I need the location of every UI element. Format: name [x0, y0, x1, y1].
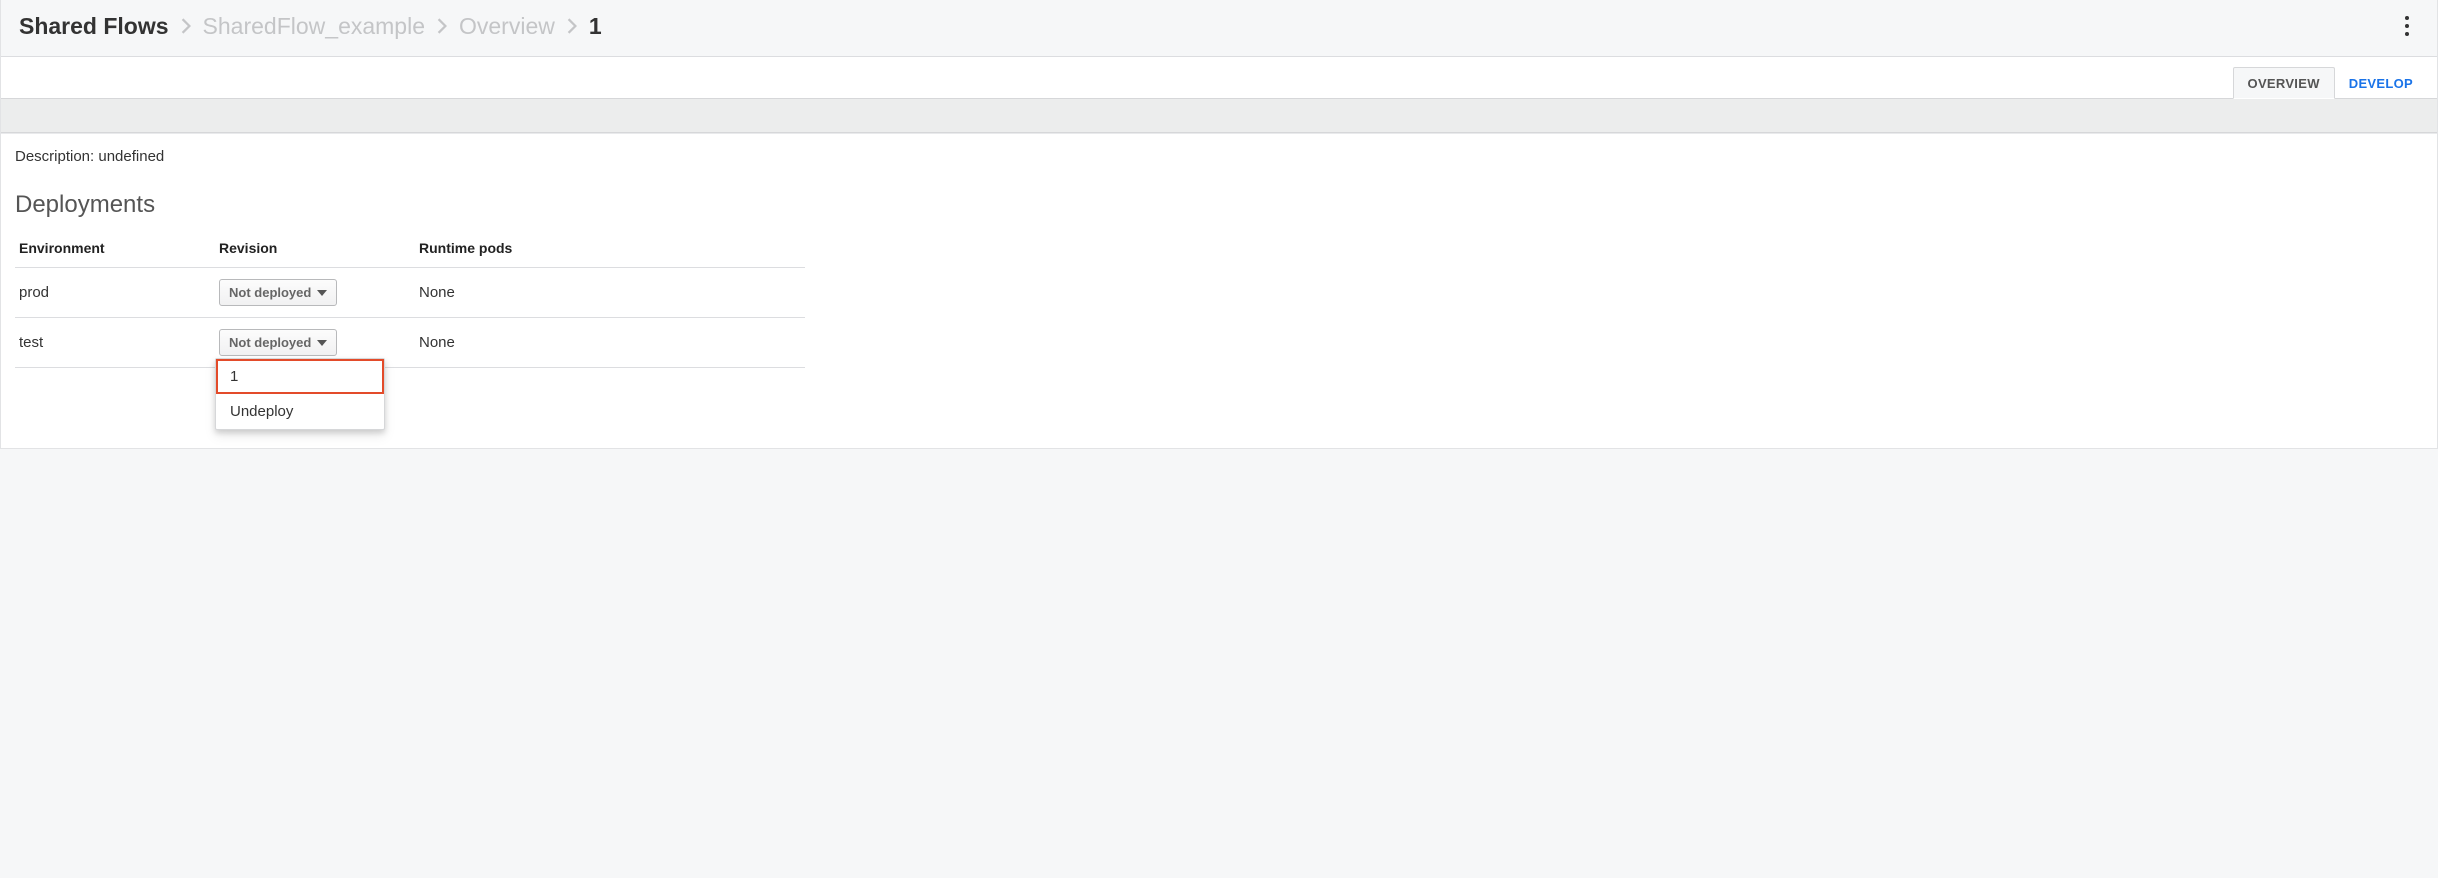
revision-dropdown-button[interactable]: Not deployed [219, 279, 337, 306]
col-header-revision: Revision [215, 229, 415, 268]
cell-environment: prod [15, 268, 215, 318]
revision-dropdown-menu: 1 Undeploy [215, 358, 385, 430]
caret-down-icon [317, 290, 327, 296]
description-value: undefined [98, 148, 164, 165]
tab-overview[interactable]: OVERVIEW [2233, 67, 2335, 99]
cell-runtime-pods: None [415, 318, 805, 368]
table-row: test Not deployed 1 Undeploy None [15, 318, 805, 368]
deployments-table: Environment Revision Runtime pods prod N… [15, 229, 805, 368]
chevron-right-icon [567, 13, 577, 40]
revision-dropdown-label: Not deployed [229, 335, 311, 350]
col-header-environment: Environment [15, 229, 215, 268]
revision-dropdown-button[interactable]: Not deployed [219, 329, 337, 356]
description-label: Description: [15, 148, 94, 165]
sub-toolbar [1, 99, 2437, 133]
deployments-heading: Deployments [15, 191, 2423, 219]
tab-bar: OVERVIEW DEVELOP [1, 57, 2437, 99]
table-row: prod Not deployed None [15, 268, 805, 318]
page-header: Shared Flows SharedFlow_example Overview… [1, 0, 2437, 57]
breadcrumb-item-sharedflow[interactable]: SharedFlow_example [203, 13, 425, 40]
menu-item-undeploy[interactable]: Undeploy [216, 394, 384, 429]
breadcrumb-root[interactable]: Shared Flows [19, 13, 169, 40]
breadcrumb: Shared Flows SharedFlow_example Overview… [19, 13, 602, 40]
cell-environment: test [15, 318, 215, 368]
chevron-right-icon [181, 13, 191, 40]
cell-runtime-pods: None [415, 268, 805, 318]
col-header-runtime-pods: Runtime pods [415, 229, 805, 268]
more-options-button[interactable] [2395, 10, 2419, 42]
breadcrumb-item-overview[interactable]: Overview [459, 13, 555, 40]
content-area: Description: undefined Deployments Envir… [1, 133, 2437, 448]
kebab-icon [2405, 24, 2409, 28]
menu-item-revision-1[interactable]: 1 [216, 359, 384, 394]
description-text: Description: undefined [15, 148, 2423, 165]
tab-develop[interactable]: DEVELOP [2335, 68, 2427, 98]
chevron-right-icon [437, 13, 447, 40]
revision-dropdown-label: Not deployed [229, 285, 311, 300]
caret-down-icon [317, 340, 327, 346]
cell-revision: Not deployed 1 Undeploy [215, 318, 415, 368]
kebab-icon [2405, 32, 2409, 36]
kebab-icon [2405, 16, 2409, 20]
cell-revision: Not deployed [215, 268, 415, 318]
breadcrumb-current: 1 [589, 13, 602, 40]
